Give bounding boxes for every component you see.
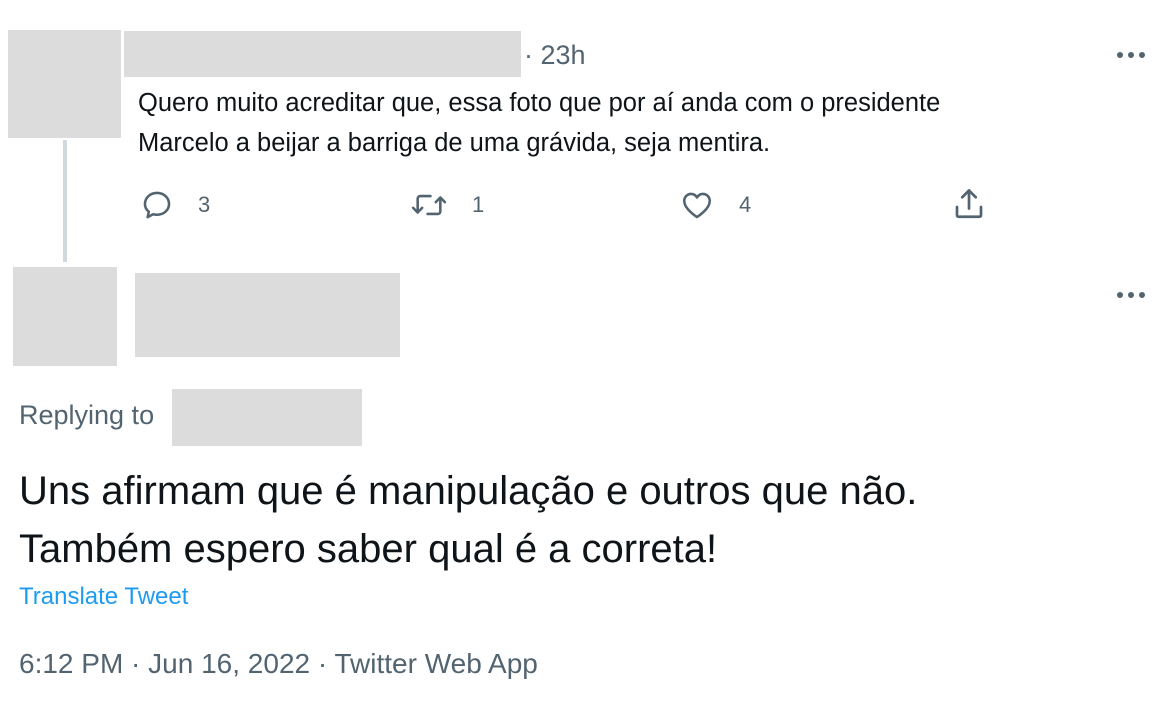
tweet-source[interactable]: Twitter Web App bbox=[334, 648, 537, 679]
reply-button[interactable]: 3 bbox=[140, 188, 210, 222]
replying-to-label: Replying to bbox=[19, 400, 155, 430]
avatar-redacted[interactable] bbox=[8, 30, 121, 138]
reply-count: 3 bbox=[198, 192, 211, 217]
like-icon bbox=[682, 192, 712, 219]
main-tweet-text-line-1: Uns afirmam que é manipulação e outros q… bbox=[19, 469, 918, 513]
main-tweet-text: Uns afirmam que é manipulação e outros q… bbox=[19, 462, 1149, 578]
like-count: 4 bbox=[739, 192, 752, 217]
tweet-text: Quero muito acreditar que, essa foto que… bbox=[138, 83, 1138, 163]
avatar-redacted[interactable] bbox=[13, 267, 117, 366]
reply-icon bbox=[143, 191, 171, 219]
tweet-timestamp[interactable]: · 23h bbox=[524, 40, 586, 71]
more-options-button[interactable] bbox=[1117, 52, 1145, 58]
tweet-metadata: 6:12 PM · Jun 16, 2022 · Twitter Web App bbox=[19, 648, 538, 680]
like-button[interactable]: 4 bbox=[679, 188, 751, 222]
replying-to-handle-redacted[interactable] bbox=[172, 389, 362, 446]
share-button[interactable] bbox=[951, 186, 987, 222]
author-name-redacted[interactable] bbox=[124, 31, 521, 77]
tweet-date[interactable]: Jun 16, 2022 bbox=[148, 648, 310, 679]
separator: · bbox=[310, 648, 335, 679]
retweet-button[interactable]: 1 bbox=[410, 188, 484, 222]
more-icon bbox=[1117, 52, 1123, 58]
share-icon bbox=[955, 189, 983, 219]
translate-tweet-link[interactable]: Translate Tweet bbox=[19, 583, 188, 611]
retweet-icon bbox=[411, 194, 447, 216]
tweet-text-line-1: Quero muito acreditar que, essa foto que… bbox=[138, 89, 941, 117]
more-options-button[interactable] bbox=[1117, 292, 1145, 298]
separator: · bbox=[123, 648, 149, 679]
replying-to: Replying to bbox=[19, 400, 154, 431]
main-tweet-text-line-2: Também espero saber qual é a correta! bbox=[19, 527, 718, 571]
thread-line bbox=[63, 140, 67, 262]
more-icon bbox=[1117, 292, 1123, 298]
author-name-redacted[interactable] bbox=[135, 273, 400, 357]
tweet-time[interactable]: 6:12 PM bbox=[19, 648, 123, 679]
retweet-count: 1 bbox=[472, 192, 485, 217]
tweet-text-line-2: Marcelo a beijar a barriga de uma grávid… bbox=[138, 129, 771, 157]
